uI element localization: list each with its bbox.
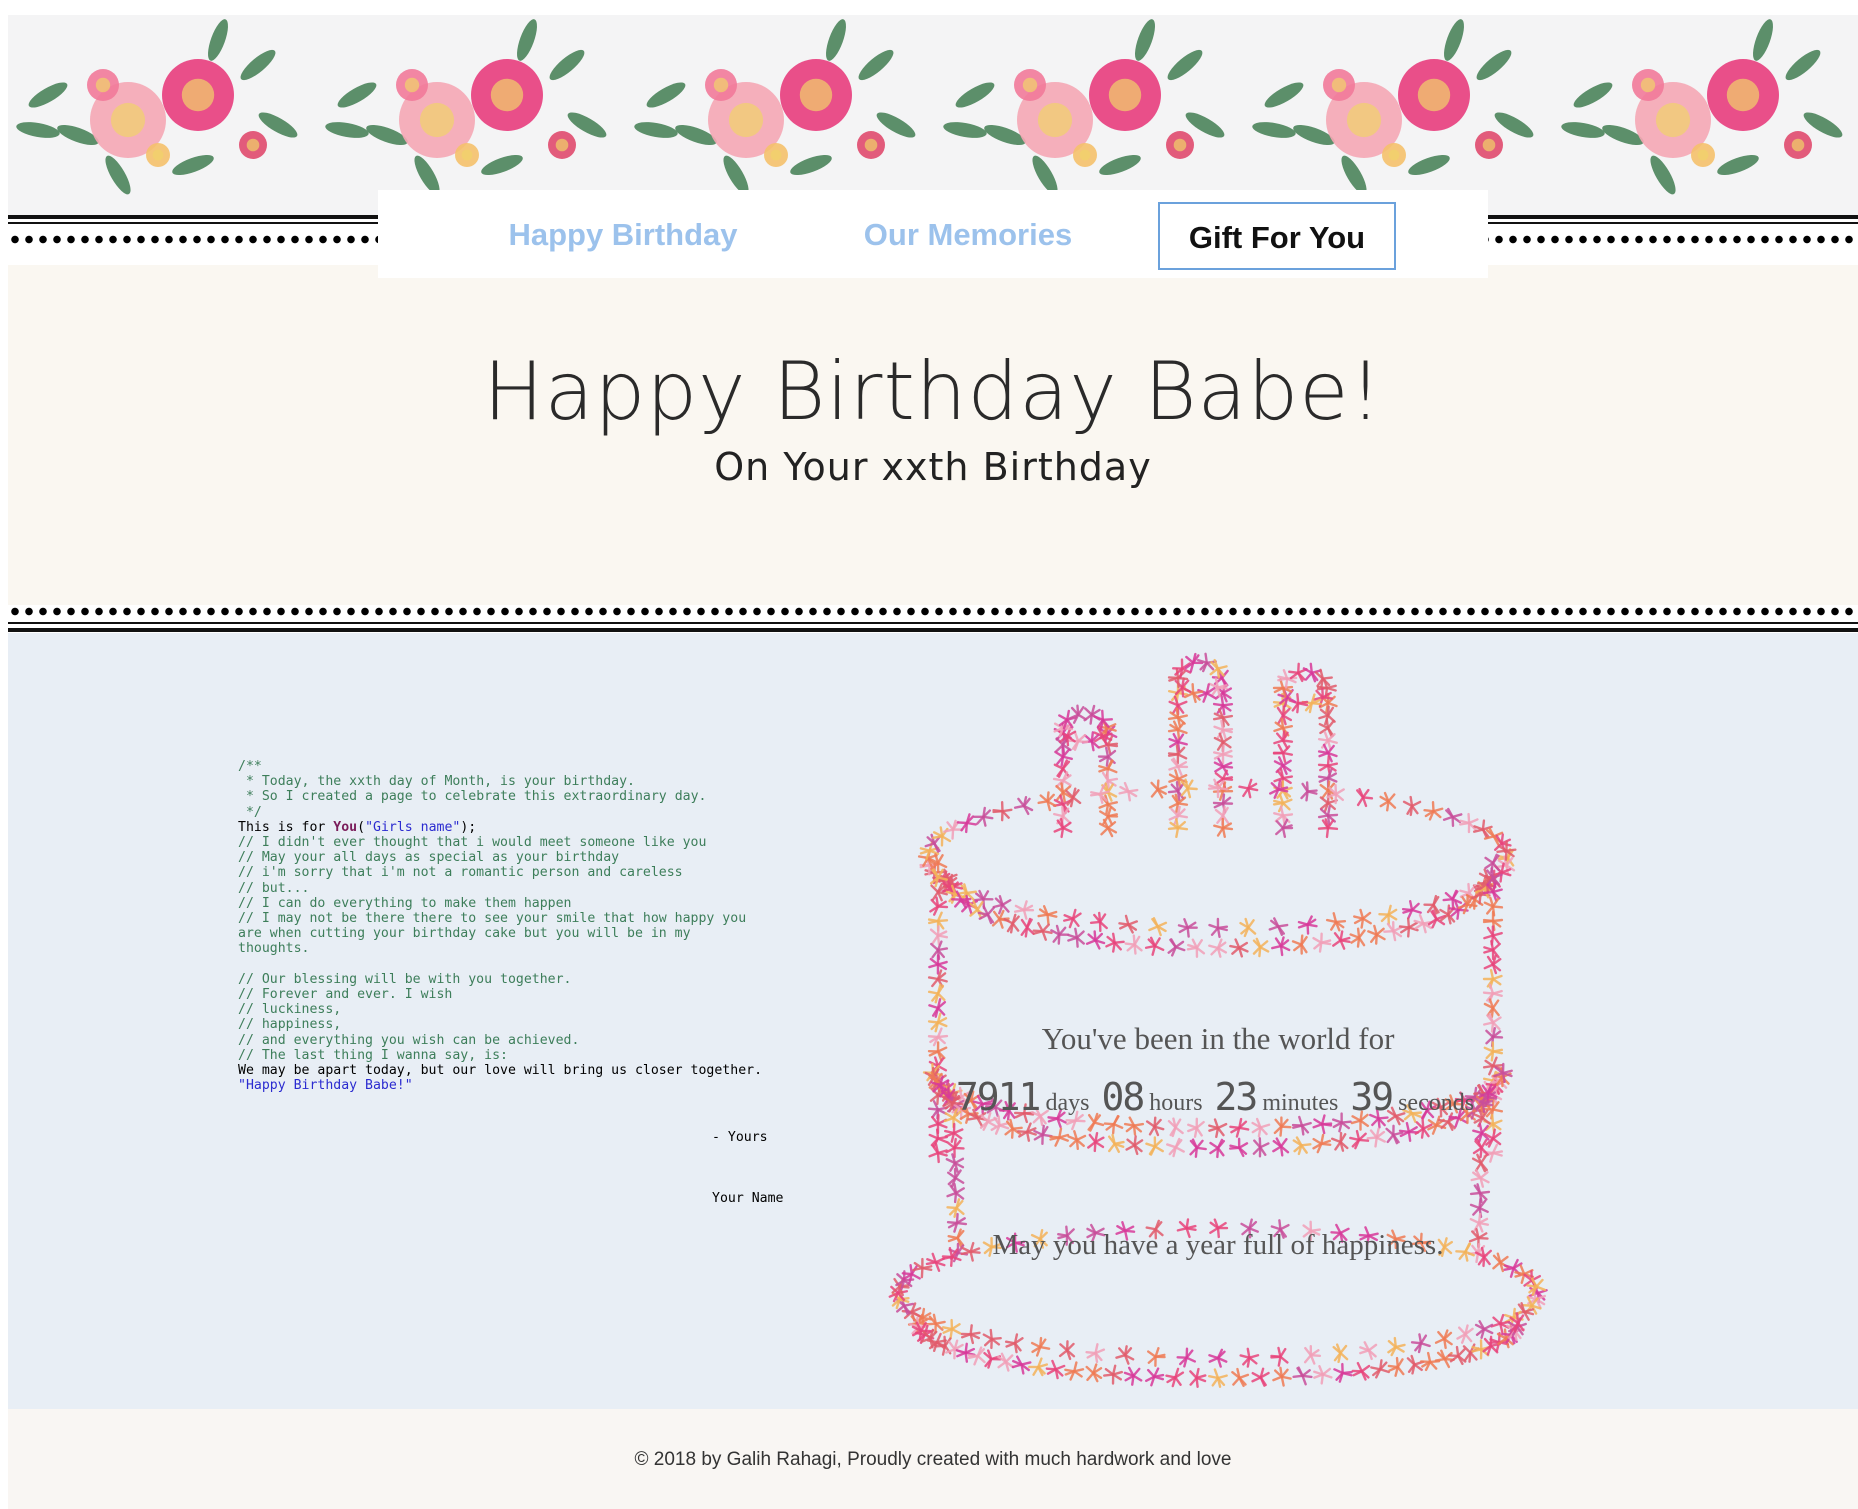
gift-section: /** * Today, the xxth day of Month, is y…	[8, 633, 1858, 1409]
hours-value: 08	[1101, 1075, 1143, 1119]
letter-line: "Happy Birthday Babe!"	[238, 1078, 798, 1093]
birthday-letter: /** * Today, the xxth day of Month, is y…	[238, 759, 798, 1093]
letter-line: are when cutting your birthday cake but …	[238, 926, 798, 941]
nav-happy-birthday[interactable]: Happy Birthday	[488, 202, 758, 268]
birthday-wish: May you have a year full of happiness.	[878, 1229, 1558, 1262]
hours-label: hours	[1149, 1090, 1202, 1116]
letter-line: * Today, the xxth day of Month, is your …	[238, 774, 798, 789]
nav-our-memories[interactable]: Our Memories	[838, 202, 1098, 268]
flower-bouquet-image	[626, 15, 936, 215]
letter-line: // The last thing I wanna say, is:	[238, 1048, 798, 1063]
counter-heading: You've been in the world for	[878, 1021, 1558, 1057]
letter-line: // happiness,	[238, 1017, 798, 1032]
letter-line: // I may not be there there to see your …	[238, 911, 798, 926]
letter-line: // I can do everything to make them happ…	[238, 896, 798, 911]
flower-bouquet-image	[935, 15, 1245, 215]
main-nav: Happy Birthday Our Memories Gift For You	[378, 190, 1488, 278]
age-counter: 7911 days 08 hours 23 minutes 39 seconds	[878, 1075, 1558, 1119]
letter-line: // but...	[238, 881, 798, 896]
letter-text: This is for	[238, 820, 333, 835]
signature-name: Your Name	[712, 1191, 783, 1206]
letter-paren: );	[460, 820, 476, 835]
letter-line: // and everything you wish can be achiev…	[238, 1033, 798, 1048]
letter-paren: (	[357, 820, 365, 835]
letter-line: */	[238, 805, 798, 820]
page: Happy Birthday Babe! On Your xxth Birthd…	[8, 15, 1858, 1494]
flower-bouquet-image	[1553, 15, 1858, 215]
seconds-value: 39	[1350, 1075, 1392, 1119]
days-label: days	[1045, 1090, 1089, 1116]
letter-line: // Our blessing will be with you togethe…	[238, 972, 798, 987]
letter-blank-line	[238, 957, 798, 972]
floral-banner	[8, 15, 1858, 215]
letter-fn: You	[333, 820, 357, 835]
hero-subtitle: On Your xxth Birthday	[8, 445, 1858, 489]
days-value: 7911	[956, 1075, 1040, 1119]
footer: © 2018 by Galih Rahagi, Proudly created …	[8, 1409, 1858, 1509]
minutes-value: 23	[1215, 1075, 1257, 1119]
hero-title: Happy Birthday Babe!	[8, 345, 1858, 438]
flower-bouquet-image	[8, 15, 318, 215]
nav-gift-for-you[interactable]: Gift For You	[1158, 202, 1396, 270]
letter-line: // i'm sorry that i'm not a romantic per…	[238, 865, 798, 880]
footer-copyright: © 2018 by Galih Rahagi, Proudly created …	[8, 1449, 1858, 1471]
letter-line: // Forever and ever. I wish	[238, 987, 798, 1002]
seconds-label: seconds	[1398, 1090, 1474, 1116]
letter-line: This is for You("Girls name");	[238, 820, 798, 835]
letter-line: We may be apart today, but our love will…	[238, 1063, 798, 1078]
letter-line: // I didn't ever thought that i would me…	[238, 835, 798, 850]
flower-bouquet-image	[1244, 15, 1554, 215]
minutes-label: minutes	[1262, 1090, 1338, 1116]
signature-yours: - Yours	[712, 1130, 768, 1145]
hero-divider-line-thin	[8, 622, 1858, 624]
hero-dotted-divider	[8, 607, 1858, 616]
letter-line: // luckiness,	[238, 1002, 798, 1017]
letter-line: // May your all days as special as your …	[238, 850, 798, 865]
hero-divider-line	[8, 628, 1858, 632]
letter-line: /**	[238, 759, 798, 774]
letter-line: * So I created a page to celebrate this …	[238, 789, 798, 804]
flower-bouquet-image	[317, 15, 627, 215]
letter-string: "Girls name"	[365, 820, 460, 835]
hero-section: Happy Birthday Babe! On Your xxth Birthd…	[8, 265, 1858, 605]
letter-line: thoughts.	[238, 941, 798, 956]
